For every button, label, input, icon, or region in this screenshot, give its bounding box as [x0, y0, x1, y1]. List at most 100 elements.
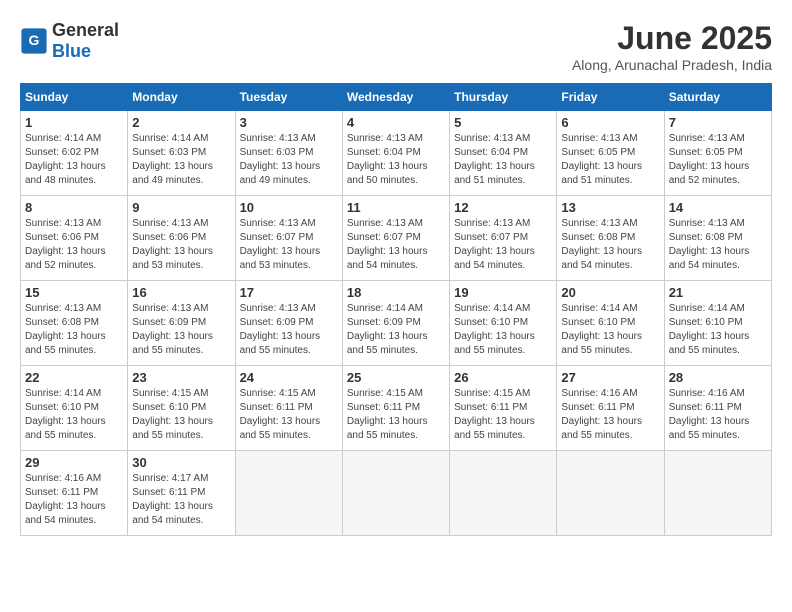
- svg-text:G: G: [29, 32, 40, 48]
- day-number: 19: [454, 285, 552, 300]
- day-number: 24: [240, 370, 338, 385]
- day-info: Sunrise: 4:14 AMSunset: 6:10 PMDaylight:…: [454, 302, 552, 358]
- day-info: Sunrise: 4:14 AMSunset: 6:03 PMDaylight:…: [132, 132, 230, 188]
- calendar-cell-w5d2: 30 Sunrise: 4:17 AMSunset: 6:11 PMDayligh…: [128, 451, 235, 536]
- day-number: 27: [561, 370, 659, 385]
- col-wednesday: Wednesday: [342, 84, 449, 111]
- week-row-4: 22 Sunrise: 4:14 AMSunset: 6:10 PMDayligh…: [21, 366, 772, 451]
- logo-text-general: General: [52, 20, 119, 40]
- calendar-cell-w1d6: 6 Sunrise: 4:13 AMSunset: 6:05 PMDaylight…: [557, 111, 664, 196]
- day-info: Sunrise: 4:13 AMSunset: 6:07 PMDaylight:…: [240, 217, 338, 273]
- day-number: 17: [240, 285, 338, 300]
- day-info: Sunrise: 4:14 AMSunset: 6:10 PMDaylight:…: [561, 302, 659, 358]
- day-number: 21: [669, 285, 767, 300]
- calendar-cell-w1d5: 5Sunrise: 4:13 AMSunset: 6:04 PMDaylight…: [450, 111, 557, 196]
- calendar-cell-w1d4: 4 Sunrise: 4:13 AMSunset: 6:04 PMDaylight…: [342, 111, 449, 196]
- col-thursday: Thursday: [450, 84, 557, 111]
- calendar-cell-w2d7: 14 Sunrise: 4:13 AMSunset: 6:08 PMDayligh…: [664, 196, 771, 281]
- calendar-cell-w5d7: [664, 451, 771, 536]
- calendar-cell-w3d2: 16 Sunrise: 4:13 AMSunset: 6:09 PMDayligh…: [128, 281, 235, 366]
- calendar-cell-w4d7: 28 Sunrise: 4:16 AMSunset: 6:11 PMDayligh…: [664, 366, 771, 451]
- calendar: Sunday Monday Tuesday Wednesday Thursday…: [20, 83, 772, 536]
- calendar-cell-w5d3: [235, 451, 342, 536]
- day-info: Sunrise: 4:13 AMSunset: 6:08 PMDaylight:…: [25, 302, 123, 358]
- day-number: 10: [240, 200, 338, 215]
- day-info: Sunrise: 4:13 AMSunset: 6:07 PMDaylight:…: [347, 217, 445, 273]
- day-number: 5: [454, 115, 552, 130]
- day-number: 15: [25, 285, 123, 300]
- day-number: 11: [347, 200, 445, 215]
- day-info: Sunrise: 4:14 AMSunset: 6:10 PMDaylight:…: [669, 302, 767, 358]
- calendar-cell-w3d5: 19 Sunrise: 4:14 AMSunset: 6:10 PMDayligh…: [450, 281, 557, 366]
- day-number: 13: [561, 200, 659, 215]
- day-info: Sunrise: 4:15 AMSunset: 6:11 PMDaylight:…: [240, 387, 338, 443]
- calendar-cell-w5d4: [342, 451, 449, 536]
- day-number: 7: [669, 115, 767, 130]
- calendar-cell-w2d4: 11 Sunrise: 4:13 AMSunset: 6:07 PMDayligh…: [342, 196, 449, 281]
- title-area: June 2025 Along, Arunachal Pradesh, Indi…: [572, 20, 772, 73]
- day-number: 22: [25, 370, 123, 385]
- calendar-cell-w2d3: 10 Sunrise: 4:13 AMSunset: 6:07 PMDayligh…: [235, 196, 342, 281]
- day-number: 6: [561, 115, 659, 130]
- calendar-cell-w4d1: 22 Sunrise: 4:14 AMSunset: 6:10 PMDayligh…: [21, 366, 128, 451]
- calendar-cell-w4d3: 24 Sunrise: 4:15 AMSunset: 6:11 PMDayligh…: [235, 366, 342, 451]
- day-number: 14: [669, 200, 767, 215]
- day-number: 25: [347, 370, 445, 385]
- day-info: Sunrise: 4:16 AMSunset: 6:11 PMDaylight:…: [669, 387, 767, 443]
- day-info: Sunrise: 4:13 AMSunset: 6:09 PMDaylight:…: [132, 302, 230, 358]
- day-number: 4: [347, 115, 445, 130]
- day-number: 9: [132, 200, 230, 215]
- day-number: 20: [561, 285, 659, 300]
- week-row-5: 29 Sunrise: 4:16 AMSunset: 6:11 PMDayligh…: [21, 451, 772, 536]
- week-row-3: 15 Sunrise: 4:13 AMSunset: 6:08 PMDayligh…: [21, 281, 772, 366]
- week-row-2: 8 Sunrise: 4:13 AMSunset: 6:06 PMDaylight…: [21, 196, 772, 281]
- day-number: 12: [454, 200, 552, 215]
- calendar-cell-w1d1: 1Sunrise: 4:14 AMSunset: 6:02 PMDaylight…: [21, 111, 128, 196]
- day-number: 16: [132, 285, 230, 300]
- calendar-cell-w4d5: 26Sunrise: 4:15 AMSunset: 6:11 PMDayligh…: [450, 366, 557, 451]
- col-monday: Monday: [128, 84, 235, 111]
- day-number: 3: [240, 115, 338, 130]
- logo-text-blue: Blue: [52, 41, 91, 61]
- calendar-cell-w2d2: 9 Sunrise: 4:13 AMSunset: 6:06 PMDaylight…: [128, 196, 235, 281]
- calendar-cell-w1d3: 3Sunrise: 4:13 AMSunset: 6:03 PMDaylight…: [235, 111, 342, 196]
- day-info: Sunrise: 4:13 AMSunset: 6:05 PMDaylight:…: [669, 132, 767, 188]
- day-number: 30: [132, 455, 230, 470]
- day-number: 28: [669, 370, 767, 385]
- day-number: 8: [25, 200, 123, 215]
- logo-icon: G: [20, 27, 48, 55]
- calendar-cell-w2d6: 13 Sunrise: 4:13 AMSunset: 6:08 PMDayligh…: [557, 196, 664, 281]
- col-tuesday: Tuesday: [235, 84, 342, 111]
- col-saturday: Saturday: [664, 84, 771, 111]
- day-info: Sunrise: 4:13 AMSunset: 6:08 PMDaylight:…: [669, 217, 767, 273]
- calendar-cell-w3d6: 20 Sunrise: 4:14 AMSunset: 6:10 PMDayligh…: [557, 281, 664, 366]
- day-info: Sunrise: 4:15 AMSunset: 6:10 PMDaylight:…: [132, 387, 230, 443]
- day-number: 29: [25, 455, 123, 470]
- calendar-cell-w1d7: 7 Sunrise: 4:13 AMSunset: 6:05 PMDaylight…: [664, 111, 771, 196]
- day-info: Sunrise: 4:13 AMSunset: 6:04 PMDaylight:…: [347, 132, 445, 188]
- day-info: Sunrise: 4:14 AMSunset: 6:10 PMDaylight:…: [25, 387, 123, 443]
- week-row-1: 1Sunrise: 4:14 AMSunset: 6:02 PMDaylight…: [21, 111, 772, 196]
- col-sunday: Sunday: [21, 84, 128, 111]
- calendar-header-row: Sunday Monday Tuesday Wednesday Thursday…: [21, 84, 772, 111]
- day-number: 26: [454, 370, 552, 385]
- day-info: Sunrise: 4:13 AMSunset: 6:06 PMDaylight:…: [132, 217, 230, 273]
- calendar-cell-w3d1: 15 Sunrise: 4:13 AMSunset: 6:08 PMDayligh…: [21, 281, 128, 366]
- day-info: Sunrise: 4:16 AMSunset: 6:11 PMDaylight:…: [561, 387, 659, 443]
- day-info: Sunrise: 4:13 AMSunset: 6:05 PMDaylight:…: [561, 132, 659, 188]
- day-number: 18: [347, 285, 445, 300]
- month-year: June 2025: [572, 20, 772, 57]
- day-info: Sunrise: 4:13 AMSunset: 6:09 PMDaylight:…: [240, 302, 338, 358]
- day-info: Sunrise: 4:17 AMSunset: 6:11 PMDaylight:…: [132, 472, 230, 528]
- day-info: Sunrise: 4:13 AMSunset: 6:06 PMDaylight:…: [25, 217, 123, 273]
- calendar-cell-w5d1: 29 Sunrise: 4:16 AMSunset: 6:11 PMDayligh…: [21, 451, 128, 536]
- calendar-cell-w3d3: 17 Sunrise: 4:13 AMSunset: 6:09 PMDayligh…: [235, 281, 342, 366]
- calendar-cell-w3d4: 18Sunrise: 4:14 AMSunset: 6:09 PMDayligh…: [342, 281, 449, 366]
- day-info: Sunrise: 4:16 AMSunset: 6:11 PMDaylight:…: [25, 472, 123, 528]
- day-info: Sunrise: 4:13 AMSunset: 6:08 PMDaylight:…: [561, 217, 659, 273]
- calendar-cell-w3d7: 21 Sunrise: 4:14 AMSunset: 6:10 PMDayligh…: [664, 281, 771, 366]
- calendar-cell-w2d1: 8 Sunrise: 4:13 AMSunset: 6:06 PMDaylight…: [21, 196, 128, 281]
- day-info: Sunrise: 4:15 AMSunset: 6:11 PMDaylight:…: [347, 387, 445, 443]
- calendar-cell-w5d5: [450, 451, 557, 536]
- day-number: 1: [25, 115, 123, 130]
